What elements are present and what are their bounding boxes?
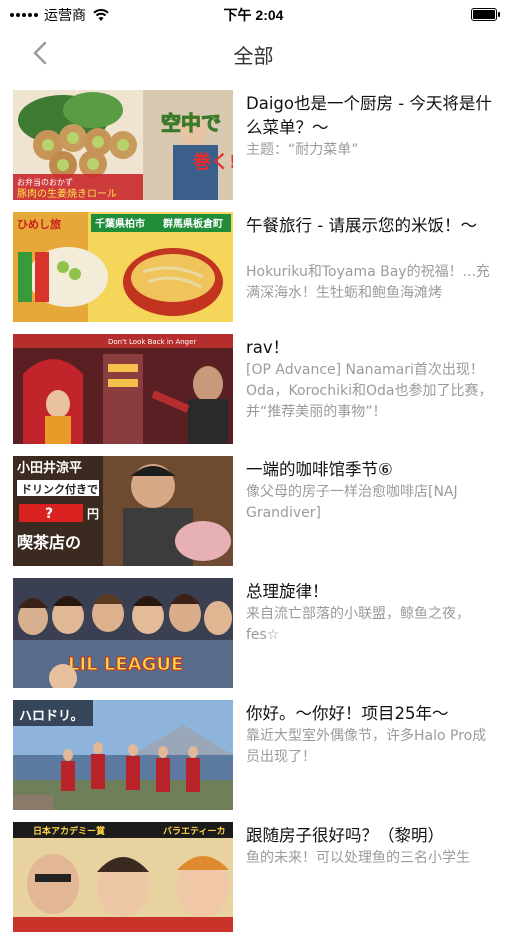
thumb-text: 巻く! (192, 151, 233, 173)
thumb-text: ハロドリ。 (19, 709, 83, 724)
battery-icon (471, 8, 500, 21)
video-subtitle: Hokuriku和Toyama Bay的祝福！...充满深海水！生牡蛎和鲍鱼海滩… (246, 264, 490, 301)
thumb-text: 円 (87, 507, 99, 521)
thumb-text: LIL LEAGUE (68, 654, 183, 675)
video-subtitle: 像父母的房子一样治愈咖啡店[NAJ Grandiver] (246, 484, 458, 521)
page-title: 全部 (233, 44, 274, 68)
thumb-text: 小田井涼平 (17, 460, 82, 476)
video-subtitle: 鱼的未来！可以处理鱼的三名小学生 (246, 850, 470, 866)
thumb-text: 豚肉の生姜焼きロール (17, 187, 117, 200)
video-title: 总理旋律！ (246, 582, 329, 601)
video-title: 一端的咖啡馆季节⑥ (246, 460, 393, 479)
list-item[interactable]: ハロドリ。 你好。～你好！项目25年～ 靠近大型室外偶像节，许多Halo Pro… (0, 700, 507, 810)
video-thumbnail[interactable]: ハロドリ。 (13, 700, 233, 810)
thumb-text: 空中で (161, 111, 221, 135)
thumb-text: 千葉県柏市 (95, 217, 145, 230)
list-item[interactable]: 千葉県柏市 群馬県板倉町 ひめし旅 午餐旅行 - 请展示您的米饭！～ Hokur… (0, 212, 507, 322)
video-subtitle: [OP Advance] Nanamari首次出现！Oda，Korochiki和… (246, 362, 493, 420)
thumb-text: Don't Look Back in Anger (108, 338, 196, 346)
video-thumbnail[interactable]: 小田井涼平 ドリンク付きで ? 円 喫茶店の (13, 456, 233, 566)
video-subtitle: 靠近大型室外偶像节，许多Halo Pro成员出现了！ (246, 728, 487, 765)
list-item[interactable]: Don't Look Back in Anger rav！ [OP Advanc… (0, 334, 507, 444)
video-thumbnail[interactable]: 千葉県柏市 群馬県板倉町 ひめし旅 (13, 212, 233, 322)
video-thumbnail[interactable]: 日本アカデミー賞 バラエティーカ (13, 822, 233, 932)
thumb-text: お弁当のおかず (17, 177, 73, 187)
video-list: 空中で 巻く! お弁当のおかず 豚肉の生姜焼きロール Daigo也是一个厨房 -… (0, 90, 507, 944)
video-title: 午餐旅行 - 请展示您的米饭！～ (246, 216, 477, 235)
video-thumbnail[interactable]: 空中で 巻く! お弁当のおかず 豚肉の生姜焼きロール (13, 90, 233, 200)
video-thumbnail[interactable]: Don't Look Back in Anger (13, 334, 233, 444)
thumb-text: 日本アカデミー賞 (33, 825, 105, 837)
thumb-text: ドリンク付きで (21, 482, 98, 496)
clock: 下午 2:04 (223, 7, 284, 23)
video-thumbnail[interactable]: LIL LEAGUE (13, 578, 233, 688)
list-item[interactable]: LIL LEAGUE 总理旋律！ 来自流亡部落的小联盟，鲸鱼之夜，fes☆ (0, 578, 507, 688)
status-bar: 运营商 下午 2:04 (0, 0, 507, 30)
video-subtitle: 来自流亡部落的小联盟，鲸鱼之夜，fes☆ (246, 606, 470, 643)
list-item[interactable]: 空中で 巻く! お弁当のおかず 豚肉の生姜焼きロール Daigo也是一个厨房 -… (0, 90, 507, 200)
thumb-text: ? (45, 506, 53, 522)
thumb-text: バラエティーカ (163, 826, 225, 837)
list-item[interactable]: 日本アカデミー賞 バラエティーカ 跟随房子很好吗？（黎明） 鱼的未来！可以处理鱼… (0, 822, 507, 932)
video-title: rav！ (246, 338, 290, 357)
video-title: 跟随房子很好吗？（黎明） (246, 826, 444, 845)
list-item[interactable]: 小田井涼平 ドリンク付きで ? 円 喫茶店の 一端的咖啡馆季节⑥ 像父母的房子一… (0, 456, 507, 566)
thumb-text: ひめし旅 (17, 217, 61, 231)
video-title: Daigo也是一个厨房 - 今天将是什么菜单？～ (246, 94, 492, 137)
thumb-text: 喫茶店の (17, 533, 81, 552)
video-subtitle: 主题：“耐力菜单” (246, 142, 359, 158)
navigation-bar: 全部 (0, 30, 507, 74)
video-title: 你好。～你好！项目25年～ (246, 704, 449, 723)
thumb-text: 群馬県板倉町 (163, 217, 223, 230)
